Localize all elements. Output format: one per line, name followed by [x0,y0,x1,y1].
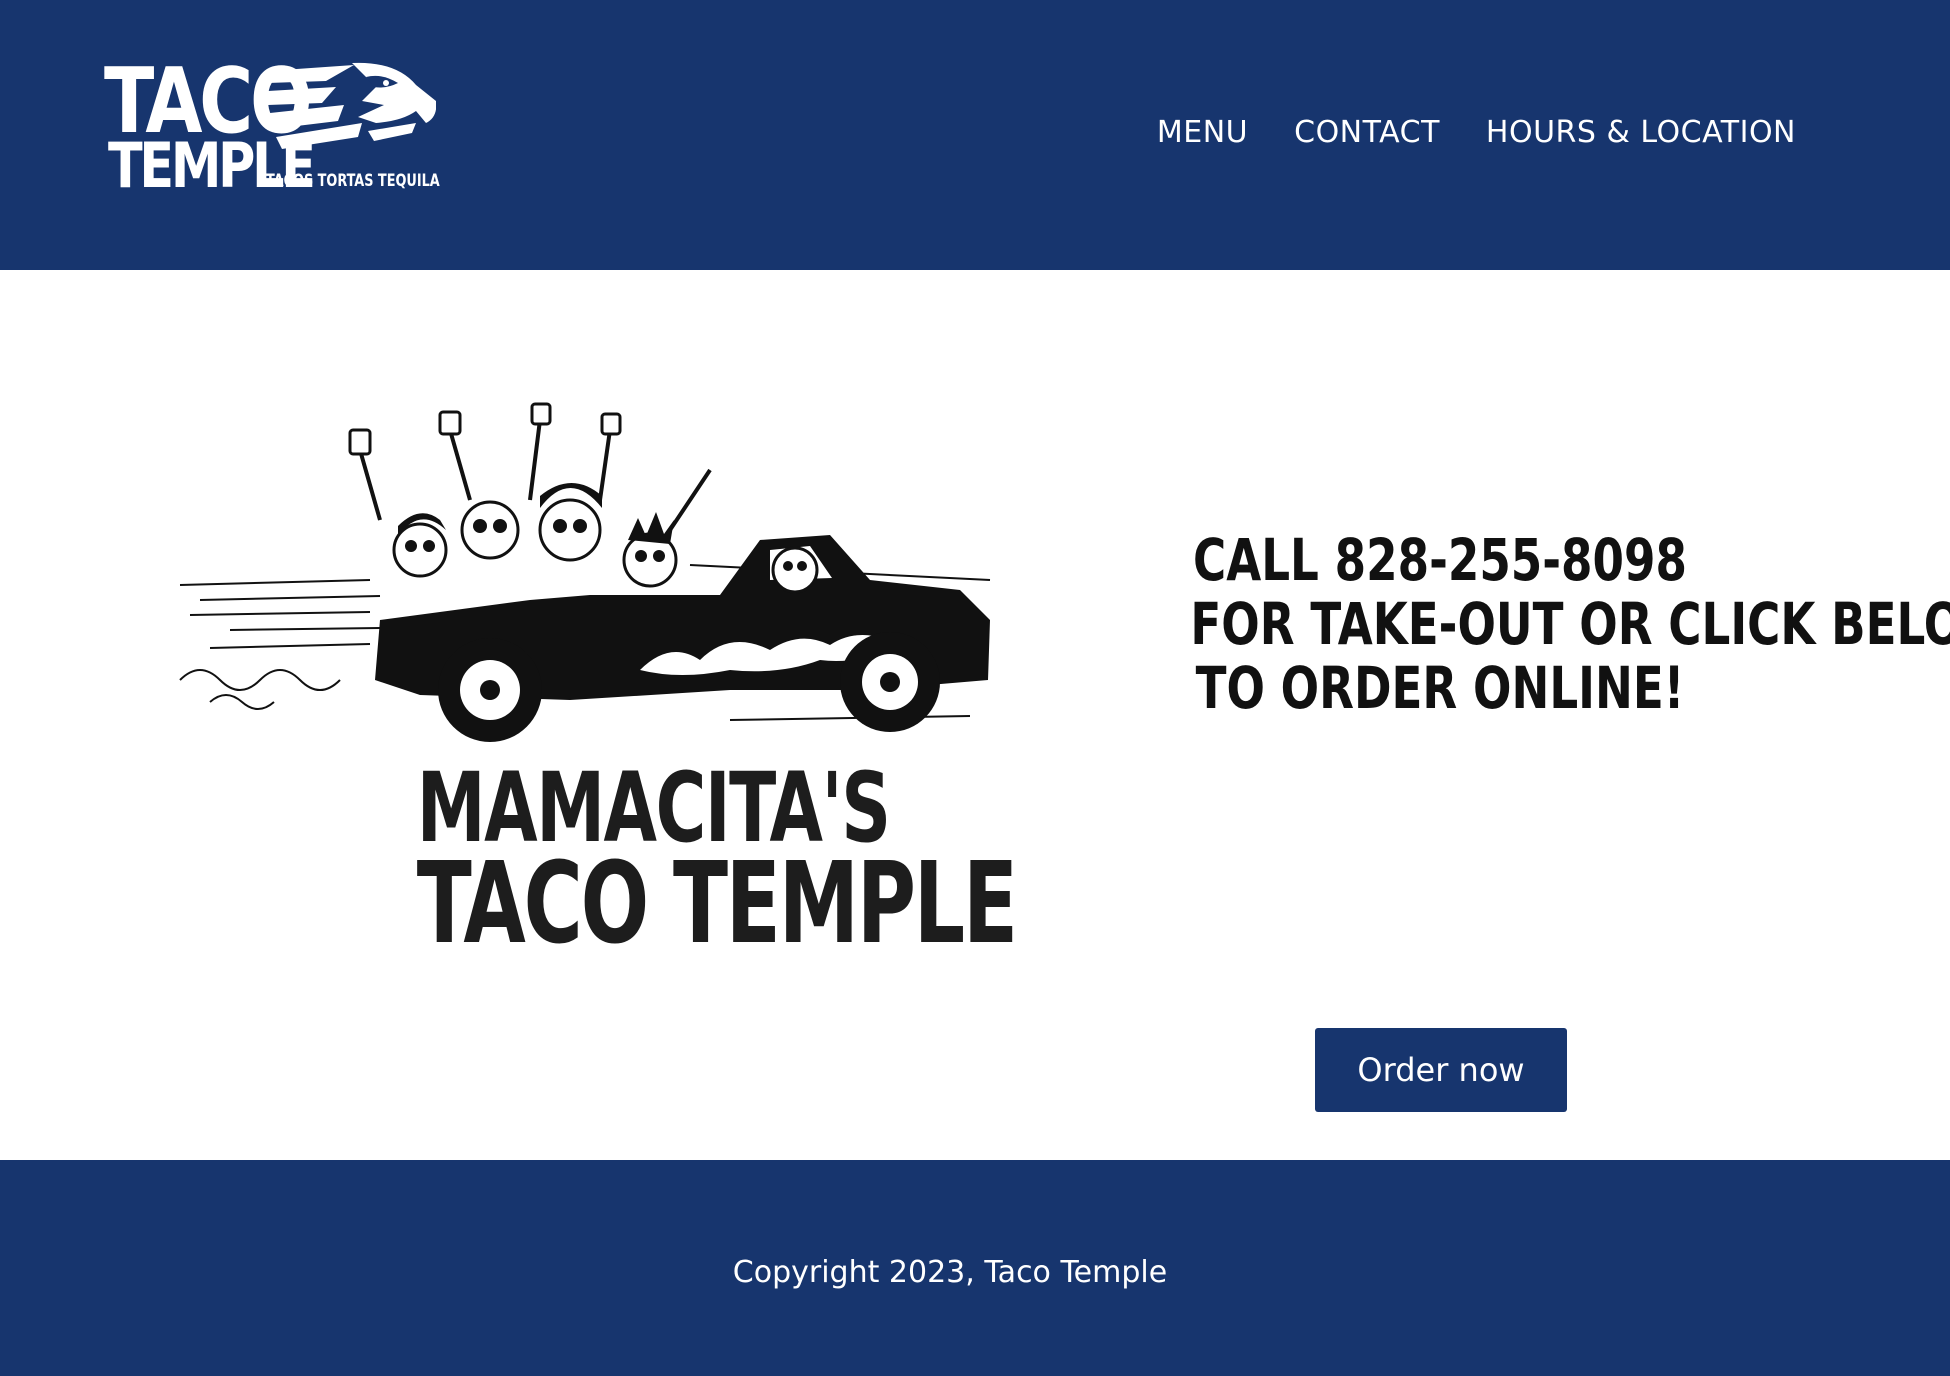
nav-item-contact[interactable]: CONTACT [1294,113,1440,153]
illustration-title-taco-temple: TACO TEMPLE [416,839,1018,969]
taco-temple-logo[interactable]: TACO TEMPLE TACOS TORTAS TEQUILA [100,55,440,205]
hero-section: MAMACITA'S TACO TEMPLE CALL 828-255-8098… [0,270,1950,1160]
cta-line-takeout: FOR TAKE-OUT OR CLICK BELOW [1190,590,1950,658]
cta-line-order-online: TO ORDER ONLINE! [1195,654,1685,722]
nav-item-menu[interactable]: MENU [1157,113,1248,153]
main-nav: MENU CONTACT HOURS & LOCATION [1157,113,1796,153]
logo-tagline: TACOS TORTAS TEQUILA [266,171,440,191]
cta-line-phone: CALL 828-255-8098 [1193,526,1687,594]
order-cta: CALL 828-255-8098 FOR TAKE-OUT OR CLICK … [1120,526,1950,1112]
order-now-button[interactable]: Order now [1315,1028,1567,1112]
copyright-text: Copyright 2023, Taco Temple [732,1255,1168,1290]
nav-item-hours-location[interactable]: HOURS & LOCATION [1486,113,1796,153]
cta-text: CALL 828-255-8098 FOR TAKE-OUT OR CLICK … [1190,526,1950,722]
site-header: TACO TEMPLE TACOS TORTAS TEQUILA MENU CO… [0,0,1950,270]
site-footer: Copyright 2023, Taco Temple [0,1160,1950,1376]
eagle-head-icon [268,62,436,149]
